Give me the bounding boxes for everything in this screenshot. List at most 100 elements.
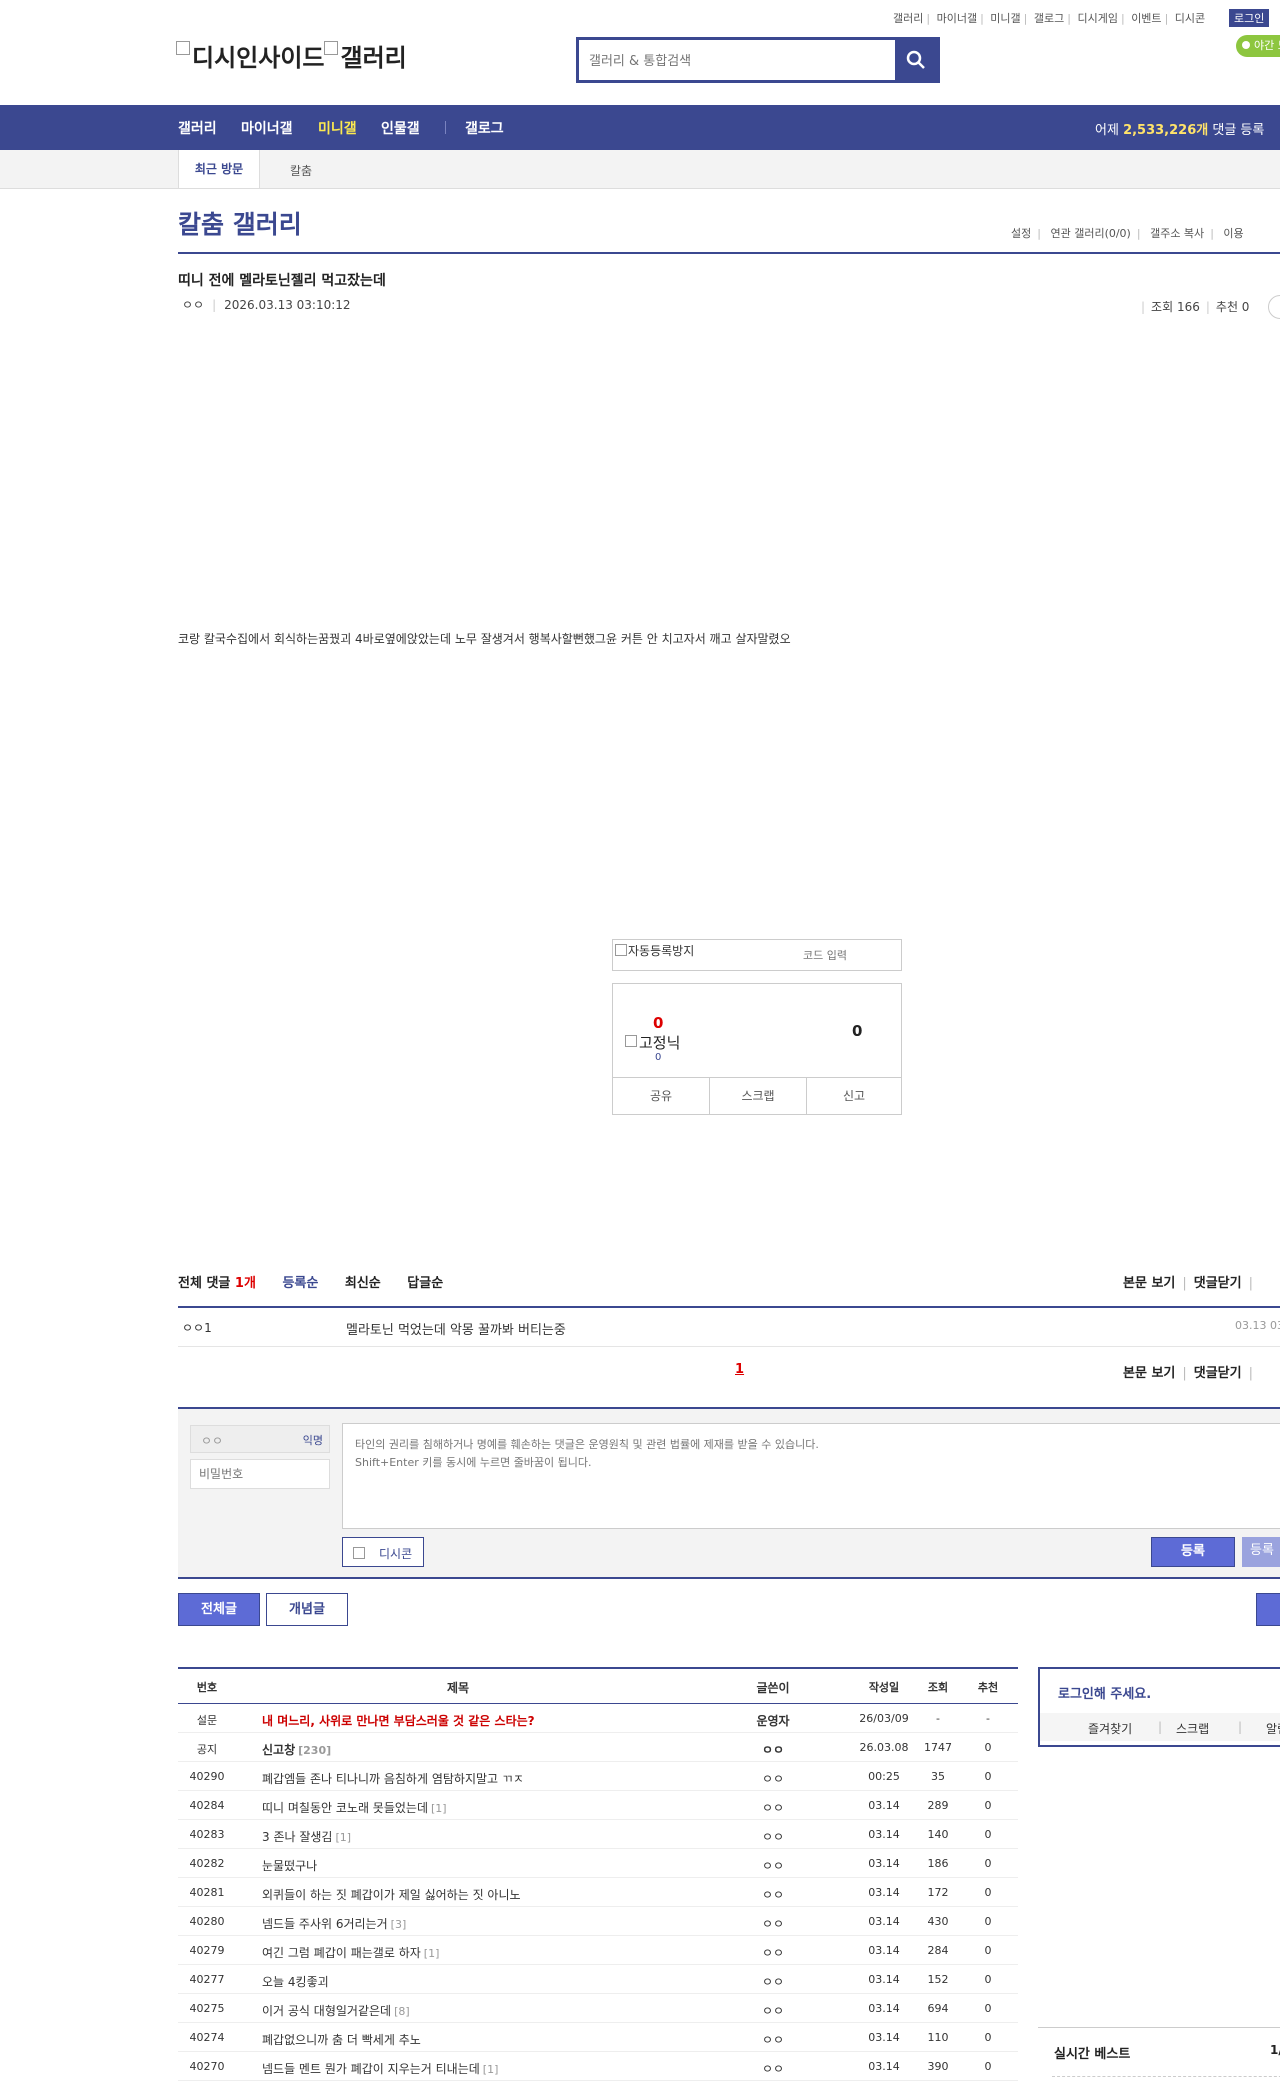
row-title[interactable]: 신고창 [230] (262, 1741, 331, 1758)
alarm-link[interactable]: 알림 (1266, 1720, 1280, 1737)
top-link-event[interactable]: 이벤트 (1131, 12, 1161, 25)
row-title[interactable]: 내 며느리, 사위로 만나면 부담스러울 것 같은 스타는? (262, 1712, 535, 1729)
top-link-dcgame[interactable]: 디시게임 (1077, 12, 1117, 25)
view-post-link[interactable]: 본문 보기 (1123, 1276, 1175, 1291)
reply-count[interactable]: [8] (394, 2005, 410, 2018)
favorites-link[interactable]: 즐겨찾기 (1088, 1720, 1132, 1737)
post-author[interactable]: ㅇㅇ (182, 298, 204, 312)
scrap-link[interactable]: 스크랩 (1176, 1720, 1209, 1737)
post-list-row[interactable]: 설문 내 며느리, 사위로 만나면 부담스러울 것 같은 스타는? 운영자 26/03… (178, 1704, 1018, 1733)
copy-gallery-url-link[interactable]: 갤주소 복사 (1150, 227, 1204, 240)
post-list-row[interactable]: 40290 폐갑엠들 존나 티나니까 음침하게 염탐하지말고 ㄲㅈ ㅇㅇ 00:25 3… (178, 1762, 1018, 1791)
row-writer[interactable]: ㅇㅇ (738, 2060, 808, 2077)
dccon-button[interactable]: 디시콘 (342, 1537, 424, 1567)
top-link-minor[interactable]: 마이너갤 (937, 12, 977, 25)
tab-all-posts[interactable]: 전체글 (178, 1593, 260, 1626)
row-title[interactable]: 폐갑없으니까 춤 더 빡세게 추노 (262, 2031, 421, 2048)
row-title[interactable]: 넴드들 멘트 뭔가 폐갑이 지우는거 티내는데 [1] (262, 2060, 498, 2077)
row-writer[interactable]: ㅇㅇ (738, 2002, 808, 2019)
scrap-button[interactable]: 스크랩 (710, 1078, 807, 1114)
row-writer[interactable]: 운영자 (738, 1712, 808, 1729)
reply-count[interactable]: [1] (424, 1947, 440, 1960)
reply-count[interactable]: [1] (483, 2063, 499, 2076)
top-link-gallog[interactable]: 갤로그 (1034, 12, 1064, 25)
tab-concept-posts[interactable]: 개념글 (266, 1593, 348, 1626)
post-list-row[interactable]: 40281 외퀴들이 하는 짓 폐갑이가 제일 싫어하는 짓 아니노 ㅇㅇ 03.14… (178, 1878, 1018, 1907)
comment-textarea[interactable] (342, 1423, 1280, 1529)
realtime-best-page[interactable]: 1/ (1270, 2043, 1280, 2057)
nav-gallery[interactable]: 갤러리 (178, 118, 217, 138)
top-link-gallery[interactable]: 갤러리 (893, 12, 923, 25)
recent-visit-item[interactable]: 칼춤 (290, 162, 312, 179)
top-link-dccon[interactable]: 디시콘 (1175, 12, 1205, 25)
post-list-row[interactable]: 40284 띠니 며칠동안 코노래 못들었는데 [1] ㅇㅇ 03.14 289 0 (178, 1791, 1018, 1820)
post-list-row[interactable]: 40275 이거 공식 대형일거같은데 [8] ㅇㅇ 03.14 694 0 (178, 1994, 1018, 2023)
row-writer[interactable]: ㅇㅇ (738, 1886, 808, 1903)
row-writer[interactable]: ㅇㅇ (738, 1770, 808, 1787)
search-button[interactable] (895, 40, 937, 80)
row-writer[interactable]: ㅇㅇ (738, 2031, 808, 2048)
row-title[interactable]: 눈물떴구나 (262, 1857, 317, 1874)
row-title[interactable]: 띠니 며칠동안 코노래 못들었는데 [1] (262, 1799, 447, 1816)
post-list-row[interactable]: 40279 여긴 그럼 폐갑이 패는갤로 하자 [1] ㅇㅇ 03.14 284 0 (178, 1936, 1018, 1965)
login-button[interactable]: 로그인 (1229, 9, 1270, 27)
search-input[interactable] (587, 48, 891, 74)
reply-count[interactable]: [1] (335, 1831, 351, 1844)
post-list-row[interactable]: 40277 오늘 4킹좋괴 ㅇㅇ 03.14 152 0 (178, 1965, 1018, 1994)
site-logo[interactable]: 디시인사이드 갤러리 (176, 38, 407, 73)
comment-submit-reply-button[interactable]: 등록 (1242, 1537, 1280, 1567)
comment-nick[interactable]: ㅇㅇ1 (182, 1319, 212, 1336)
reply-count[interactable]: [3] (391, 1918, 407, 1931)
close-comments-link[interactable]: 댓글닫기 (1194, 1366, 1242, 1381)
recent-visit-label[interactable]: 최근 방문 (178, 150, 260, 188)
row-writer[interactable]: ㅇㅇ (738, 1857, 808, 1874)
recommend-up-count[interactable]: 0 (653, 1014, 663, 1032)
related-gallery-link[interactable]: 연관 갤러리(0/0) (1050, 227, 1130, 240)
nick-field[interactable]: ㅇㅇ 익명 (190, 1425, 330, 1453)
row-writer[interactable]: ㅇㅇ (738, 1915, 808, 1932)
post-list-row[interactable]: 40280 넴드들 주사위 6거리는거 [3] ㅇㅇ 03.14 430 0 (178, 1907, 1018, 1936)
recommend-down-count[interactable]: 0 (852, 1022, 862, 1040)
sort-replies[interactable]: 답글순 (407, 1276, 443, 1291)
row-writer[interactable]: ㅇㅇ (738, 1741, 808, 1758)
usage-link[interactable]: 이용 (1223, 227, 1243, 240)
gallery-title[interactable]: 칼춤 갤러리 (178, 205, 302, 241)
sort-latest[interactable]: 최신순 (345, 1276, 381, 1291)
row-writer[interactable]: ㅇㅇ (738, 1828, 808, 1845)
row-writer[interactable]: ㅇㅇ (738, 1973, 808, 1990)
report-button[interactable]: 신고 (807, 1078, 901, 1114)
close-comments-link[interactable]: 댓글닫기 (1194, 1276, 1242, 1291)
nav-gallog[interactable]: 갤로그 (465, 118, 504, 138)
row-writer[interactable]: ㅇㅇ (738, 1944, 808, 1961)
post-list-row[interactable]: 공지 신고창 [230] ㅇㅇ 26.03.08 1747 0 (178, 1733, 1018, 1762)
post-list-row[interactable]: 40274 폐갑없으니까 춤 더 빡세게 추노 ㅇㅇ 03.14 110 0 (178, 2023, 1018, 2052)
login-prompt[interactable]: 로그인해 주세요. (1058, 1683, 1151, 1702)
reply-count[interactable]: [230] (298, 1744, 331, 1757)
row-title[interactable]: 3 존나 잘생김 [1] (262, 1828, 351, 1845)
row-writer[interactable]: ㅇㅇ (738, 1799, 808, 1816)
captcha-input[interactable] (753, 944, 897, 966)
post-more-button[interactable] (1268, 295, 1280, 319)
row-title[interactable]: 오늘 4킹좋괴 (262, 1973, 329, 1990)
night-mode-toggle[interactable]: 야간 모드 (1236, 35, 1280, 74)
row-title[interactable]: 폐갑엠들 존나 티나니까 음침하게 염탐하지말고 ㄲㅈ (262, 1770, 524, 1787)
post-list-row[interactable]: 40270 넴드들 멘트 뭔가 폐갑이 지우는거 티내는데 [1] ㅇㅇ 03.14 39… (178, 2052, 1018, 2081)
top-link-mini[interactable]: 미니갤 (990, 12, 1020, 25)
row-title[interactable]: 이거 공식 대형일거같은데 [8] (262, 2002, 410, 2019)
view-post-link[interactable]: 본문 보기 (1123, 1366, 1175, 1381)
sort-registered[interactable]: 등록순 (282, 1276, 318, 1291)
comment-page-1[interactable]: 1 (735, 1362, 744, 1377)
settings-link[interactable]: 설정 (1011, 227, 1031, 240)
fixed-nick-recommend[interactable]: 고정닉 (625, 1032, 680, 1053)
nav-mini-gallery[interactable]: 미니갤 (318, 118, 357, 138)
row-title[interactable]: 외퀴들이 하는 짓 폐갑이가 제일 싫어하는 짓 아니노 (262, 1886, 521, 1903)
reply-count[interactable]: [1] (431, 1802, 447, 1815)
post-list-row[interactable]: 40283 3 존나 잘생김 [1] ㅇㅇ 03.14 140 0 (178, 1820, 1018, 1849)
row-title[interactable]: 넴드들 주사위 6거리는거 [3] (262, 1915, 406, 1932)
row-title[interactable]: 여긴 그럼 폐갑이 패는갤로 하자 [1] (262, 1944, 439, 1961)
write-post-button[interactable] (1256, 1593, 1280, 1626)
password-field[interactable] (190, 1459, 330, 1489)
nav-minor-gallery[interactable]: 마이너갤 (241, 118, 293, 138)
comment-submit-button[interactable]: 등록 (1151, 1537, 1235, 1567)
nav-person-gallery[interactable]: 인물갤 (381, 118, 420, 138)
